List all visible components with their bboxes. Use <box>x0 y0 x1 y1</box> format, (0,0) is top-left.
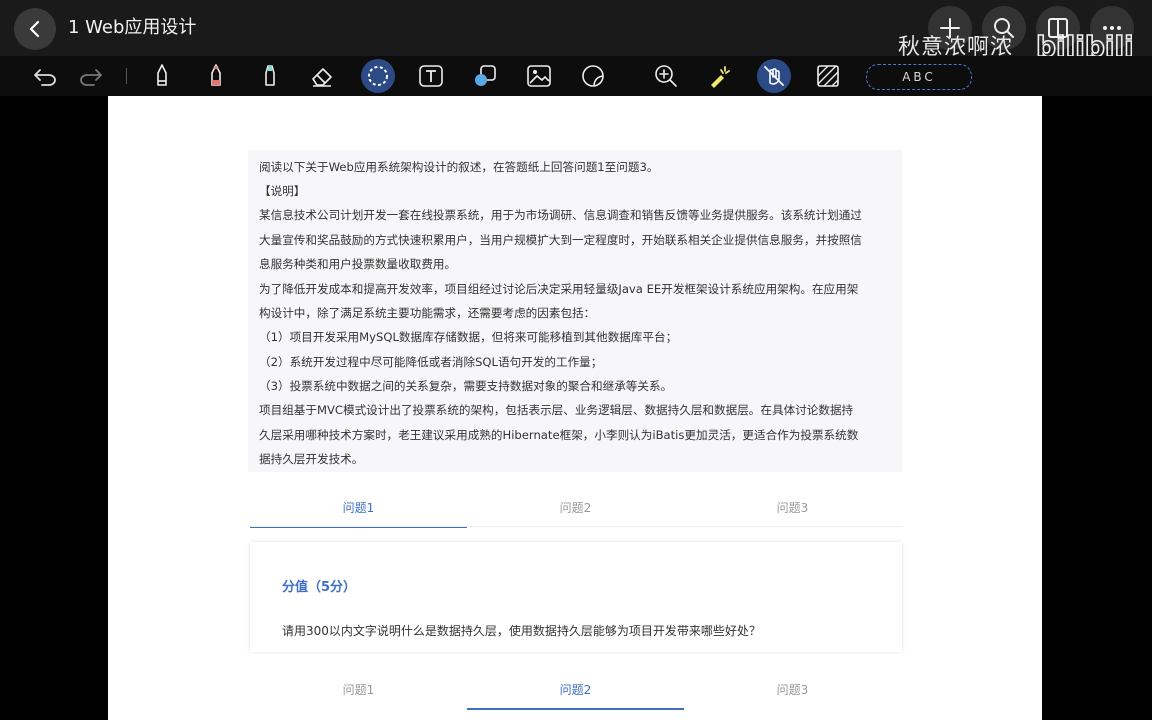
description-line: 据持久层开发技术。 <box>259 452 364 466</box>
chevron-left-icon <box>29 20 40 38</box>
scenario-description: 阅读以下关于Web应用系统架构设计的叙述，在答题纸上回答问题1至问题3。 【说明… <box>248 150 902 472</box>
tab-question-3[interactable]: 问题3 <box>684 680 901 708</box>
laser-pointer-tool[interactable] <box>703 59 737 93</box>
description-line: 构设计中，除了满足系统主要功能需求，还需要考虑的因素包括： <box>259 306 596 320</box>
description-line: 项目组基于MVC模式设计出了投票系统的架构，包括表示层、业务逻辑层、数据持久层和… <box>259 403 854 417</box>
shape-tool[interactable] <box>468 59 502 93</box>
tab-question-2[interactable]: 问题2 <box>467 680 684 710</box>
lasso-icon <box>368 66 388 86</box>
toolbar-divider <box>126 68 127 84</box>
description-line: 大量宣传和奖品鼓励的方式快速积累用户，当用户规模扩大到一定程度时，开始联系相关企… <box>259 233 862 247</box>
marker-tool[interactable] <box>253 59 287 93</box>
marker-icon <box>265 65 275 86</box>
handwriting-input-button[interactable]: ABC <box>866 64 972 90</box>
question-score: 分值（5分） <box>282 580 357 595</box>
question-tabs-top: 问题1 问题2 问题3 <box>250 498 902 528</box>
zoom-icon <box>655 65 677 87</box>
pen-tool[interactable] <box>145 59 179 93</box>
sticker-tool[interactable] <box>576 59 610 93</box>
tabs-divider <box>250 526 902 527</box>
description-line: 息服务种类和用户投票数量收取费用。 <box>259 257 457 271</box>
image-icon <box>527 65 551 87</box>
question-text: 请用300以内文字说明什么是数据持久层，使用数据持久层能够为项目开发带来哪些好处… <box>282 624 761 638</box>
undo-icon <box>34 69 56 86</box>
laser-pointer-icon <box>711 66 730 88</box>
redo-button[interactable] <box>74 59 108 93</box>
description-line: 某信息技术公司计划开发一套在线投票系统，用于为市场调研、信息调查和销售反馈等业务… <box>259 208 862 222</box>
back-button[interactable] <box>14 8 56 50</box>
description-line: 久层采用哪种技术方案时，老王建议采用成熟的Hibernate框架，小李则认为iB… <box>259 428 859 442</box>
redo-icon <box>80 69 102 86</box>
undo-button[interactable] <box>28 59 62 93</box>
text-box-icon <box>419 65 443 87</box>
tab-question-1[interactable]: 问题1 <box>250 498 467 528</box>
description-line: 阅读以下关于Web应用系统架构设计的叙述，在答题纸上回答问题1至问题3。 <box>259 160 659 174</box>
description-line: （3）投票系统中数据之间的关系复杂，需要支持数据对象的聚合和继承等关系。 <box>259 379 673 393</box>
lasso-tool[interactable] <box>361 59 395 93</box>
hatch-pattern-icon <box>817 65 839 87</box>
sticker-icon <box>582 65 604 87</box>
tab-question-3[interactable]: 问题3 <box>684 498 901 526</box>
eraser-tool[interactable] <box>305 59 339 93</box>
pencil-tool[interactable] <box>199 59 233 93</box>
eraser-icon <box>312 68 332 87</box>
question-tabs-bottom: 问题1 问题2 问题3 <box>250 680 902 710</box>
hatch-pattern-tool[interactable] <box>811 59 845 93</box>
tab-question-1[interactable]: 问题1 <box>250 680 467 708</box>
pen-icon <box>157 64 167 86</box>
description-line: （2）系统开发过程中尽可能降低或者消除SQL语句开发的工作量； <box>259 355 603 369</box>
hand-draw-tool[interactable] <box>757 59 791 93</box>
document-title: 1 Web应用设计 <box>68 17 197 38</box>
image-tool[interactable] <box>522 59 556 93</box>
top-bar: 1 Web应用设计 秋意浓啊浓 bilibili <box>0 0 1152 64</box>
annotation-toolbar <box>0 56 1152 96</box>
description-line: （1）项目开发采用MySQL数据库存储数据，但将来可能移植到其他数据库平台； <box>259 330 678 344</box>
question-card: 分值（5分） 请用300以内文字说明什么是数据持久层，使用数据持久层能够为项目开… <box>250 542 902 652</box>
description-line: 【说明】 <box>259 184 306 198</box>
pencil-icon <box>211 64 221 86</box>
tab-question-2[interactable]: 问题2 <box>467 498 684 526</box>
zoom-tool[interactable] <box>649 59 683 93</box>
document-page: 阅读以下关于Web应用系统架构设计的叙述，在答题纸上回答问题1至问题3。 【说明… <box>108 96 1042 720</box>
hand-draw-icon <box>764 66 784 86</box>
shape-icon <box>475 65 496 86</box>
text-box-tool[interactable] <box>414 59 448 93</box>
description-line: 为了降低开发成本和提高开发效率，项目组经过讨论后决定采用轻量级Java EE开发… <box>259 282 859 296</box>
